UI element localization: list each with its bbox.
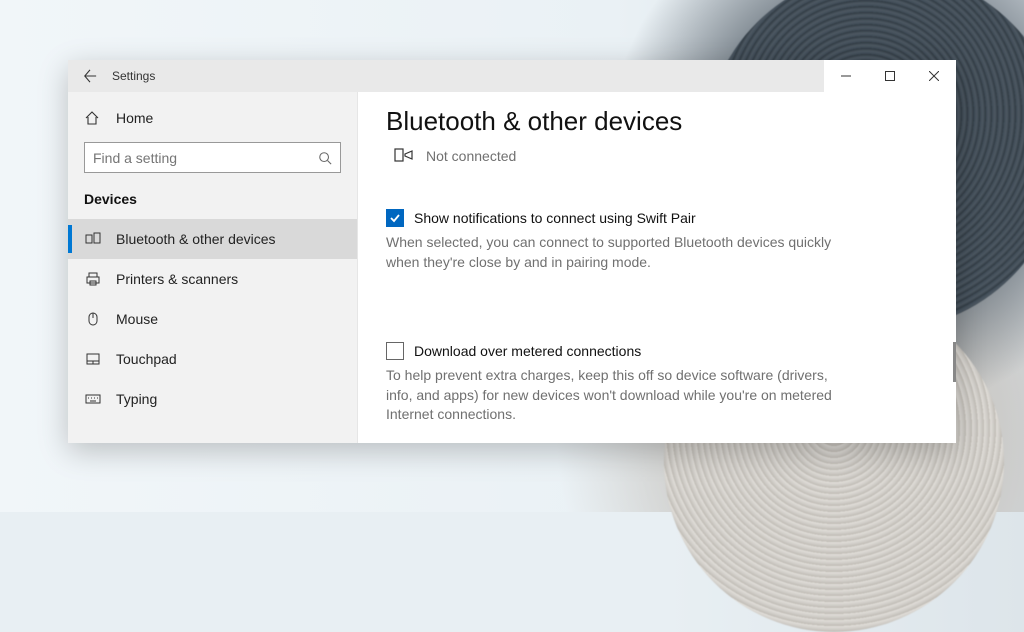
maximize-icon: [885, 71, 895, 81]
page-title: Bluetooth & other devices: [386, 106, 928, 137]
back-button[interactable]: [74, 60, 106, 92]
titlebar: Settings: [68, 60, 956, 92]
search-box[interactable]: [84, 142, 341, 173]
search-input[interactable]: [93, 150, 318, 166]
close-button[interactable]: [912, 60, 956, 92]
swift-pair-option: Show notifications to connect using Swif…: [386, 209, 928, 227]
metered-label: Download over metered connections: [414, 343, 641, 359]
metered-checkbox[interactable]: [386, 342, 404, 360]
content-pane: Bluetooth & other devices Not connected …: [358, 92, 956, 443]
app-body: Home Devices Bluetooth & other devices: [68, 92, 956, 443]
sidebar-item-printers[interactable]: Printers & scanners: [68, 259, 357, 299]
touchpad-icon: [84, 351, 102, 367]
connection-status-text: Not connected: [426, 148, 516, 164]
sidebar-item-mouse[interactable]: Mouse: [68, 299, 357, 339]
sidebar-home[interactable]: Home: [68, 102, 357, 134]
device-status-icon: [394, 147, 414, 165]
metered-option: Download over metered connections: [386, 342, 928, 360]
metered-description: To help prevent extra charges, keep this…: [386, 366, 856, 425]
sidebar-item-label: Typing: [116, 391, 157, 407]
arrow-left-icon: [83, 69, 97, 83]
close-icon: [929, 71, 939, 81]
settings-window: Settings Home: [68, 60, 956, 443]
keyboard-icon: [84, 391, 102, 407]
search-icon: [318, 151, 332, 165]
minimize-icon: [841, 71, 851, 81]
window-title: Settings: [112, 69, 155, 83]
sidebar-item-label: Touchpad: [116, 351, 177, 367]
minimize-button[interactable]: [824, 60, 868, 92]
sidebar-item-touchpad[interactable]: Touchpad: [68, 339, 357, 379]
sidebar-home-label: Home: [116, 110, 153, 126]
maximize-button[interactable]: [868, 60, 912, 92]
mouse-icon: [84, 311, 102, 327]
sidebar-nav: Bluetooth & other devices Printers & sca…: [68, 219, 357, 419]
home-icon: [84, 110, 102, 126]
sidebar-item-bluetooth[interactable]: Bluetooth & other devices: [68, 219, 357, 259]
check-icon: [389, 212, 401, 224]
scrollbar[interactable]: [953, 342, 956, 382]
sidebar-item-label: Bluetooth & other devices: [116, 231, 276, 247]
swift-pair-checkbox[interactable]: [386, 209, 404, 227]
window-controls: [824, 60, 956, 92]
connection-status-row: Not connected: [394, 147, 928, 165]
swift-pair-description: When selected, you can connect to suppor…: [386, 233, 856, 272]
swift-pair-label: Show notifications to connect using Swif…: [414, 210, 696, 226]
sidebar-item-typing[interactable]: Typing: [68, 379, 357, 419]
sidebar-item-label: Printers & scanners: [116, 271, 238, 287]
sidebar: Home Devices Bluetooth & other devices: [68, 92, 358, 443]
printer-icon: [84, 271, 102, 287]
bluetooth-devices-icon: [84, 231, 102, 247]
sidebar-item-label: Mouse: [116, 311, 158, 327]
sidebar-section-header: Devices: [68, 189, 357, 219]
